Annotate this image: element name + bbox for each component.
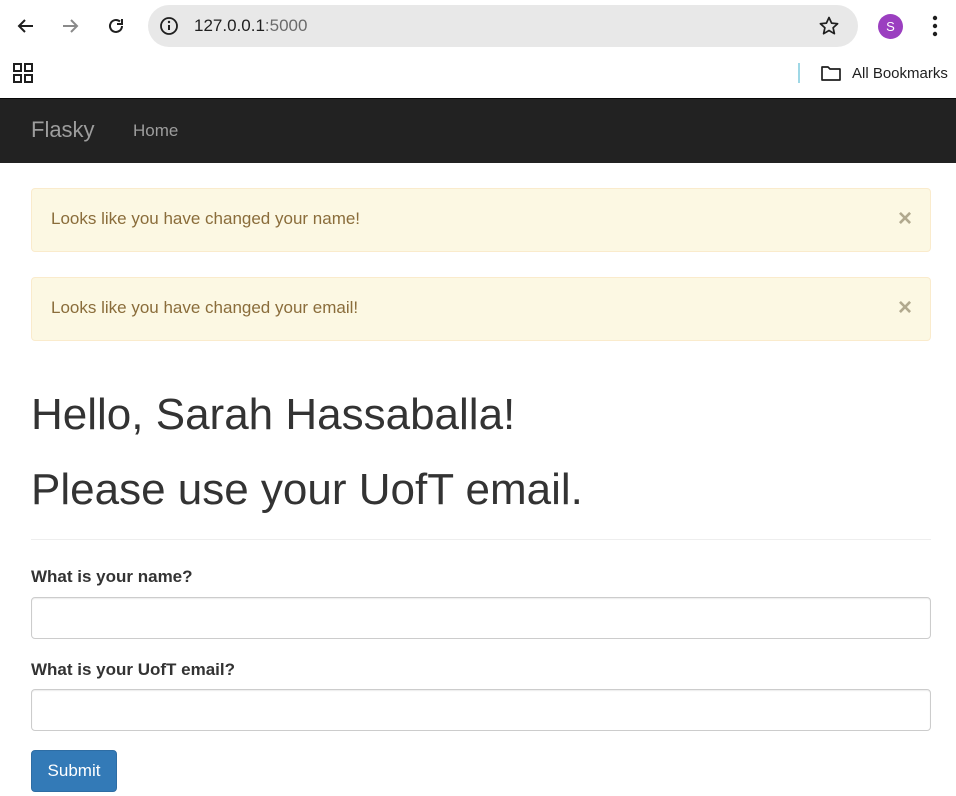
- arrow-left-icon: [17, 19, 33, 33]
- reload-button[interactable]: [100, 10, 132, 42]
- all-bookmarks-button[interactable]: All Bookmarks: [820, 63, 948, 83]
- url-text[interactable]: 127.0.0.1:5000: [194, 16, 307, 36]
- back-button[interactable]: [10, 10, 42, 42]
- forward-button[interactable]: [54, 10, 86, 42]
- nav-link-home[interactable]: Home: [133, 121, 178, 141]
- url-host: 127.0.0.1: [194, 16, 265, 35]
- bookmarks-bar: All Bookmarks: [0, 52, 956, 98]
- navbar-brand[interactable]: Flasky: [31, 117, 95, 143]
- arrow-right-icon: [63, 19, 79, 33]
- submit-button[interactable]: Submit: [31, 750, 117, 792]
- bookmark-star-icon[interactable]: [818, 15, 840, 37]
- name-input[interactable]: [31, 597, 931, 639]
- bookmarks-divider: [798, 63, 800, 83]
- reload-icon: [109, 18, 123, 33]
- profile-avatar[interactable]: S: [878, 14, 903, 39]
- page-divider: [31, 539, 931, 540]
- alert-message: Looks like you have changed your name!: [51, 209, 361, 228]
- browser-toolbar: 127.0.0.1:5000 S: [0, 0, 956, 52]
- address-bar[interactable]: 127.0.0.1:5000: [148, 5, 858, 47]
- instruction-heading: Please use your UofT email.: [31, 465, 583, 514]
- alert-close-icon[interactable]: ×: [898, 296, 912, 320]
- folder-icon: [821, 66, 841, 81]
- alert-close-icon[interactable]: ×: [898, 207, 912, 231]
- url-port: :5000: [264, 16, 308, 35]
- name-label: What is your name?: [31, 567, 193, 586]
- all-bookmarks-label: All Bookmarks: [852, 64, 948, 82]
- alert-message: Looks like you have changed your email!: [51, 298, 359, 317]
- email-label: What is your UofT email?: [31, 660, 236, 679]
- alert-warning: Looks like you have changed your email! …: [31, 277, 931, 341]
- apps-grid-icon[interactable]: [12, 62, 34, 84]
- profile-initial: S: [886, 19, 895, 34]
- alert-warning: Looks like you have changed your name! ×: [31, 188, 931, 252]
- site-navbar: Flasky Home: [0, 98, 956, 163]
- site-info-icon[interactable]: [158, 15, 180, 37]
- greeting-heading: Hello, Sarah Hassaballa!: [31, 390, 516, 439]
- email-input[interactable]: [31, 689, 931, 731]
- menu-kebab-icon[interactable]: [924, 14, 946, 38]
